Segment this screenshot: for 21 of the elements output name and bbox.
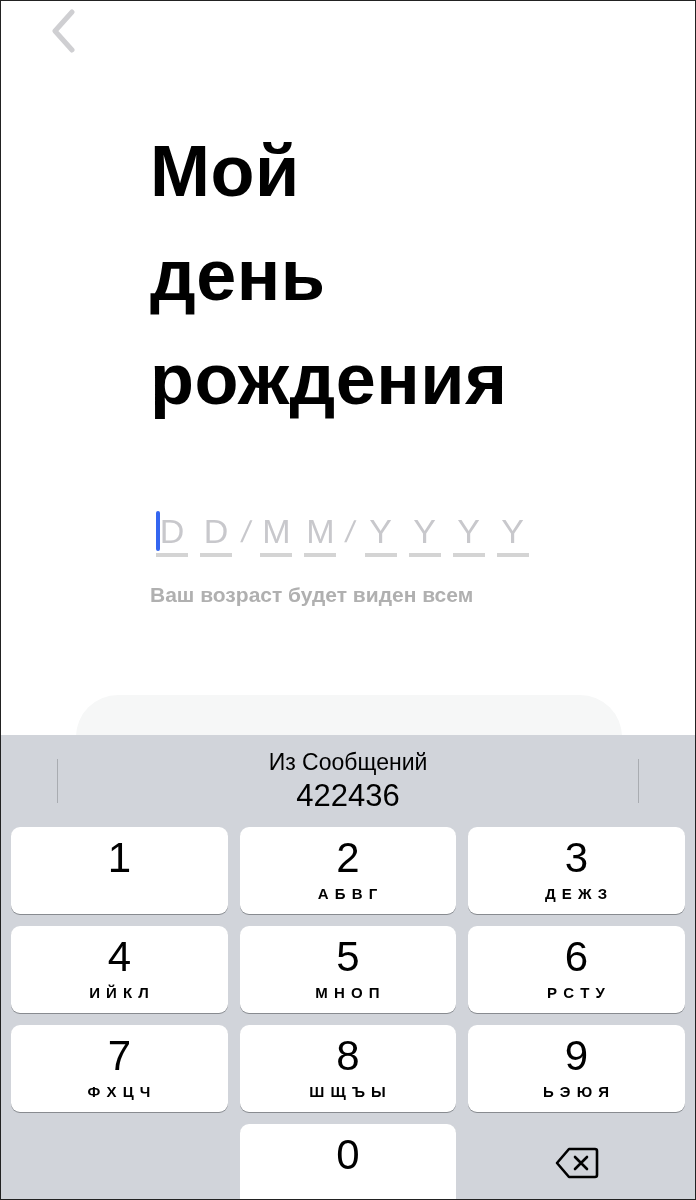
digit-key[interactable]: 2 А Б В Г <box>240 827 456 914</box>
suggestion-code: 422436 <box>296 777 400 815</box>
digit-key[interactable]: 1 <box>11 827 228 914</box>
suggestion-source: Из Сообщений <box>268 748 428 777</box>
digit-key[interactable]: 8 Ш Щ Ъ Ы <box>240 1025 456 1112</box>
digit-key[interactable]: 6 Р С Т У <box>468 926 685 1013</box>
date-separator: / <box>343 515 358 549</box>
page-title: рождения <box>150 338 509 421</box>
hint-text: Ваш возраст будет виден всем <box>150 583 475 607</box>
digit-key[interactable]: 4 И Й К Л <box>11 926 228 1013</box>
date-separator: / <box>239 515 254 549</box>
digit-key[interactable]: 7 Ф Х Ц Ч <box>11 1025 228 1112</box>
digit-key[interactable]: 5 М Н О П <box>240 926 456 1013</box>
digit-key[interactable]: 0 <box>240 1124 456 1199</box>
page-title: день <box>150 234 327 317</box>
backspace-icon <box>554 1146 599 1179</box>
digit-key[interactable]: 9 Ь Э Ю Я <box>468 1025 685 1112</box>
code-suggestion[interactable]: Из Сообщений 422436 <box>58 747 638 815</box>
page-title: Мой <box>150 130 301 213</box>
digit-key[interactable]: 3 Д Е Ж З <box>468 827 685 914</box>
back-icon <box>50 9 76 53</box>
